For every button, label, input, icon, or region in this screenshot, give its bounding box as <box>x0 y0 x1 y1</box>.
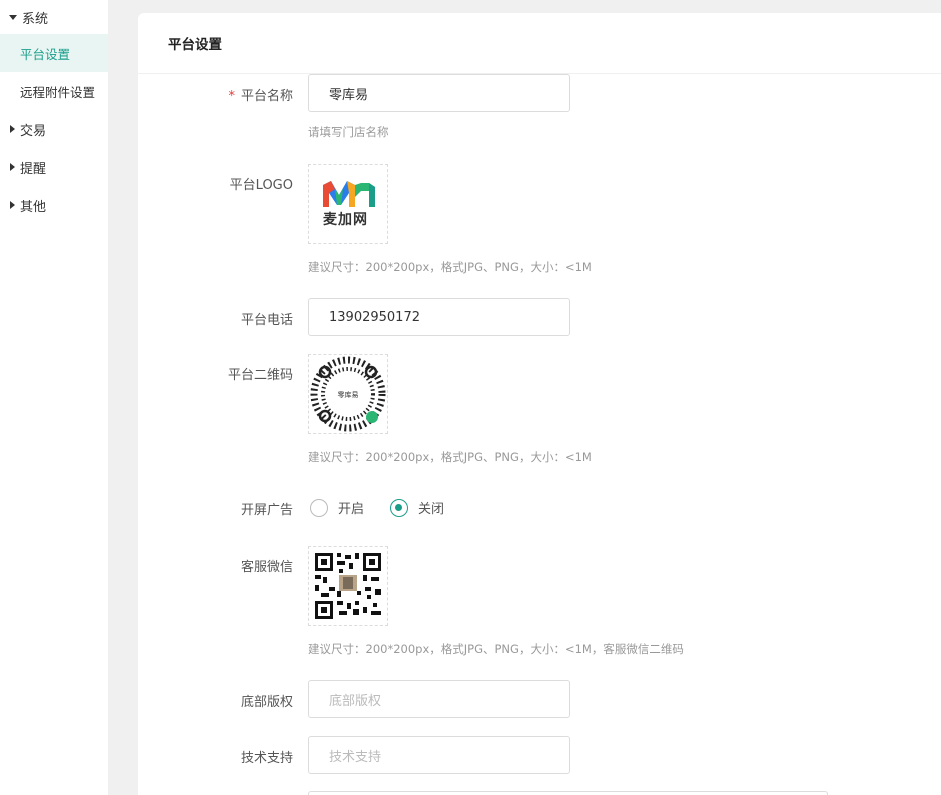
logo-label: 平台LOGO <box>229 178 293 193</box>
radio-close[interactable] <box>390 498 409 517</box>
qrcode-center-text: 零库易 <box>338 390 359 399</box>
qrcode-hint: 建议尺寸：200*200px，格式JPG、PNG，大小：<1M <box>308 450 592 464</box>
copyright-input[interactable]: 底部版权 <box>308 680 570 718</box>
settings-card: 平台设置 * 平台名称 零库易 请填写门店名称 平台LOGO 麦加网 建议尺寸：2… <box>138 13 941 795</box>
sidebar-group-label: 系统 <box>22 11 49 27</box>
copyright-label: 底部版权 <box>240 695 293 710</box>
required-mark: * <box>228 89 235 104</box>
radio-close-label[interactable]: 关闭 <box>418 498 444 517</box>
sidebar-group-label: 提醒 <box>20 161 47 177</box>
qrcode-upload[interactable]: 零库易 <box>308 354 388 434</box>
next-field-partial[interactable] <box>308 791 828 795</box>
logo-upload[interactable]: 麦加网 <box>308 164 388 244</box>
sidebar-group-trade[interactable]: 交易 <box>0 110 108 148</box>
name-label: * 平台名称 <box>228 89 293 104</box>
wechat-label: 客服微信 <box>240 560 293 575</box>
wechat-qrcode-upload[interactable] <box>308 546 388 626</box>
wechat-qrcode-image <box>315 553 381 619</box>
logo-text: 麦加网 <box>323 212 368 228</box>
caret-right-icon <box>10 201 15 209</box>
qrcode-label: 平台二维码 <box>227 368 293 383</box>
support-input[interactable]: 技术支持 <box>308 736 570 774</box>
logo-image <box>323 181 375 207</box>
logo-hint: 建议尺寸：200*200px，格式JPG、PNG，大小：<1M <box>308 260 592 274</box>
radio-open-label[interactable]: 开启 <box>338 498 364 517</box>
sidebar-group-system[interactable]: 系统 <box>0 0 108 34</box>
caret-right-icon <box>10 163 15 171</box>
sidebar: 系统 平台设置 远程附件设置 交易 提醒 其他 <box>0 0 108 795</box>
platform-name-input[interactable]: 零库易 <box>308 74 570 112</box>
sidebar-group-label: 交易 <box>20 123 47 139</box>
splash-radio-group: 开启 关闭 <box>310 498 470 517</box>
splash-label: 开屏广告 <box>240 503 293 518</box>
sidebar-item-label: 平台设置 <box>20 46 71 62</box>
platform-phone-input[interactable]: 13902950172 <box>308 298 570 336</box>
phone-label: 平台电话 <box>240 313 293 328</box>
wechat-hint: 建议尺寸：200*200px，格式JPG、PNG，大小：<1M，客服微信二维码 <box>308 642 684 656</box>
sidebar-item-platform-settings[interactable]: 平台设置 <box>0 34 108 72</box>
sidebar-group-remind[interactable]: 提醒 <box>0 148 108 186</box>
sidebar-group-other[interactable]: 其他 <box>0 186 108 224</box>
mini-program-code-image: 零库易 <box>310 356 386 432</box>
page-title: 平台设置 <box>138 13 941 74</box>
radio-open[interactable] <box>310 498 328 517</box>
caret-down-icon <box>9 14 17 20</box>
support-label: 技术支持 <box>240 751 293 766</box>
sidebar-group-label: 其他 <box>20 199 47 215</box>
sidebar-item-label: 远程附件设置 <box>20 84 96 100</box>
caret-right-icon <box>10 125 15 133</box>
sidebar-item-remote-attachment[interactable]: 远程附件设置 <box>0 72 108 110</box>
name-hint: 请填写门店名称 <box>308 125 389 139</box>
